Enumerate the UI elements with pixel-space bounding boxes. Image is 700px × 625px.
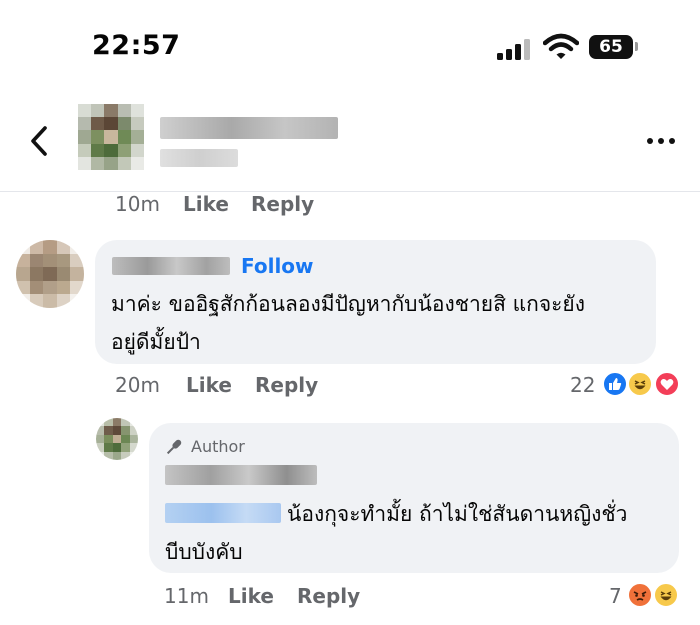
comment-time: 20m: [115, 373, 160, 397]
angry-reaction-icon[interactable]: [627, 582, 653, 608]
reply-reply-button[interactable]: Reply: [297, 584, 360, 608]
reply-text-line-2: บีบบังคับ: [165, 540, 243, 564]
reply-meta: 11m: [164, 584, 209, 608]
comment-text-line-2: อยู่ดีมั้ยป้า: [111, 330, 201, 354]
avatar[interactable]: [78, 104, 144, 170]
author-badge: Author: [191, 437, 245, 456]
reply-button[interactable]: Reply: [255, 373, 318, 397]
reply-author-name-blurred[interactable]: [165, 465, 317, 485]
reply-time: 11m: [164, 584, 209, 608]
battery-indicator: 65: [589, 35, 633, 59]
header-divider: [0, 191, 700, 192]
haha-reaction-icon[interactable]: [653, 582, 679, 608]
reaction-count[interactable]: 22: [570, 373, 595, 397]
prev-comment-time: 10m: [115, 192, 160, 216]
reply-like-button[interactable]: Like: [228, 584, 274, 608]
more-horizontal-icon[interactable]: [647, 136, 677, 146]
wifi-icon: [543, 33, 579, 59]
reply-text-line-1: น้องกุจะทำมั้ย ถ้าไม่ใช่สันดานหญิงชั่ว: [287, 502, 628, 526]
commenter-name-blurred[interactable]: [112, 257, 230, 275]
follow-button[interactable]: Follow: [241, 254, 314, 278]
prev-like-button[interactable]: Like: [183, 192, 229, 216]
comment-meta: 20m: [115, 373, 160, 397]
header-name-blurred: [160, 117, 338, 139]
header-subtitle-blurred: [160, 149, 238, 167]
haha-reaction-icon[interactable]: [627, 371, 653, 397]
prev-comment-meta: 10m: [115, 192, 160, 216]
battery-cap: [635, 42, 638, 51]
comment-text-line-1: มาค่ะ ขออิฐสักก้อนลองมีปัญหากับน้องชายสิ…: [111, 292, 585, 316]
chevron-left-icon[interactable]: [28, 125, 50, 157]
status-time: 22:57: [92, 30, 181, 61]
love-reaction-icon[interactable]: [654, 371, 680, 397]
cellular-signal-icon: [497, 38, 533, 60]
mention-tag-blurred[interactable]: [165, 503, 281, 523]
like-reaction-icon[interactable]: [602, 371, 628, 397]
prev-reply-button[interactable]: Reply: [251, 192, 314, 216]
commenter-avatar[interactable]: [16, 240, 84, 308]
reply-author-avatar[interactable]: [96, 418, 138, 460]
reply-reaction-count[interactable]: 7: [609, 584, 622, 608]
microphone-icon: [166, 439, 182, 455]
like-button[interactable]: Like: [186, 373, 232, 397]
